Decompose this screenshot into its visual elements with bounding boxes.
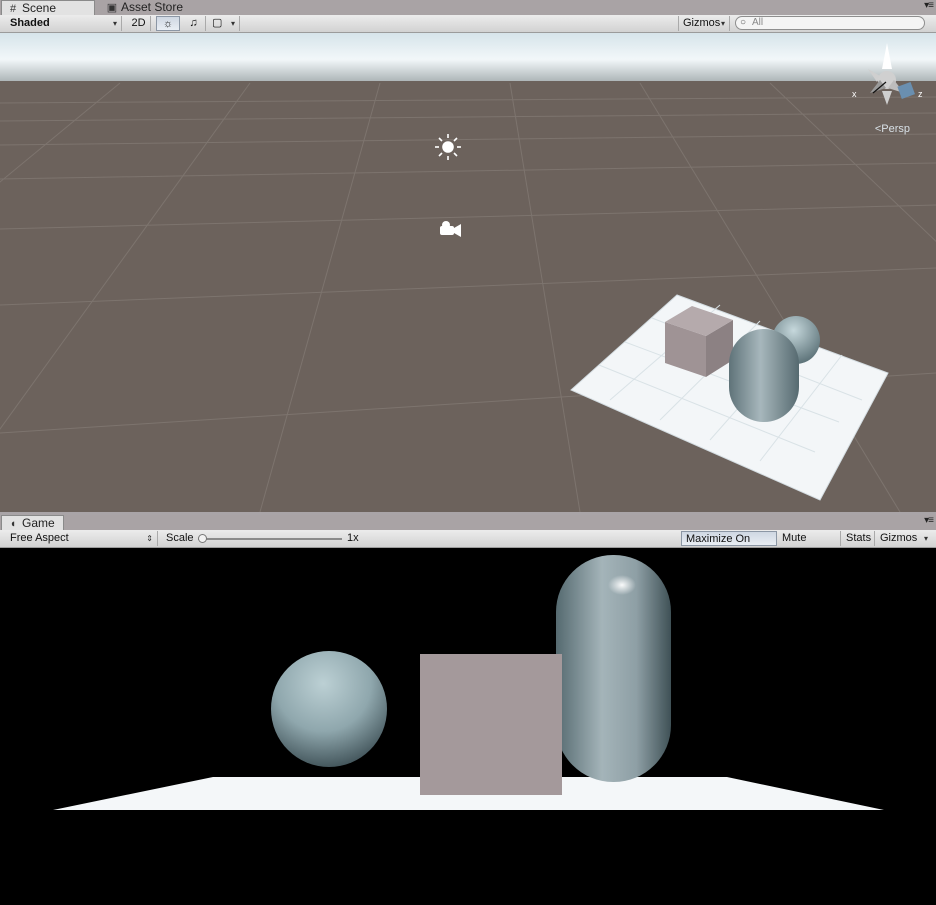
tab-scene-label: Scene (22, 1, 57, 15)
axis-x-label: x (852, 89, 857, 99)
axis-z-label: z (918, 89, 923, 99)
scene-lighting-button[interactable]: ☼ (156, 16, 180, 31)
toggle-2d-button[interactable]: 2D (127, 16, 151, 31)
scale-slider[interactable] (198, 534, 342, 543)
sphere-object (271, 651, 387, 767)
scale-slider-thumb[interactable] (198, 534, 207, 543)
scale-label: Scale (166, 532, 194, 544)
scene-effects-dropdown[interactable]: ▢ ▾ (208, 16, 240, 31)
scene-toolbar: Shaded ▾ 2D ☼ ♫ ▢ ▾ Gizmos ▾ ○ All (0, 15, 936, 33)
panel-menu-icon[interactable]: ▾≡ (924, 515, 934, 526)
aspect-label: Free Aspect (10, 532, 69, 544)
panel-menu-icon[interactable]: ▾≡ (924, 0, 934, 11)
cube-object (665, 306, 733, 377)
tab-asset-store[interactable]: ▣ Asset Store (101, 0, 196, 15)
toggle-2d-label: 2D (131, 17, 146, 29)
projection-toggle[interactable]: <Persp (875, 123, 910, 135)
tab-game-label: Game (22, 516, 55, 530)
sun-icon: ☼ (162, 18, 174, 30)
tab-scene[interactable]: # Scene (1, 0, 95, 15)
scene-gizmos-dropdown[interactable]: Gizmos ▾ (678, 16, 730, 31)
capsule-highlight (608, 575, 636, 595)
scene-search-input[interactable]: ○ All (735, 16, 925, 30)
draw-mode-label: Shaded (10, 17, 50, 29)
mute-audio-toggle[interactable]: Mute Audio (778, 531, 841, 559)
scene-search-placeholder: All (752, 17, 764, 28)
game-tab-bar: ◖ Game ▾≡ (0, 515, 936, 530)
game-gizmos-label: Gizmos (880, 532, 918, 544)
chevron-down-icon: ▾ (112, 19, 117, 28)
draw-mode-dropdown[interactable]: Shaded ▾ (6, 16, 122, 31)
chevron-down-icon: ▾ (230, 19, 235, 28)
shopping-bag-icon: ▣ (106, 2, 118, 14)
maximize-on-play-toggle[interactable]: Maximize On Play (681, 531, 777, 560)
scale-control: Scale 1x (162, 531, 372, 546)
scene-view[interactable]: x z <Persp (0, 33, 936, 512)
tab-asset-store-label: Asset Store (121, 0, 184, 14)
scene-audio-button[interactable]: ♫ (182, 16, 206, 31)
capsule-object (729, 329, 799, 422)
chevron-down-icon: ▾ (720, 19, 725, 28)
stats-label: Stats (846, 532, 872, 544)
game-canvas (53, 555, 884, 810)
scene-gizmos-label: Gizmos (683, 17, 721, 29)
sky-horizon (0, 33, 936, 81)
game-toolbar: Free Aspect ⇕ Scale 1x Maximize On Play … (0, 530, 936, 560)
game-view[interactable] (0, 548, 936, 905)
image-icon: ▢ (212, 17, 223, 29)
tab-game[interactable]: ◖ Game (1, 515, 64, 530)
scale-value: 1x (347, 532, 359, 544)
speaker-icon: ♫ (189, 17, 198, 29)
cube-object (420, 654, 562, 795)
search-icon: ○ (740, 17, 747, 28)
stats-toggle[interactable]: Stats (842, 531, 875, 546)
up-down-arrows-icon: ⇕ (146, 534, 153, 543)
game-gizmos-dropdown[interactable]: Gizmos ▾ (876, 531, 932, 546)
aspect-dropdown[interactable]: Free Aspect ⇕ (6, 531, 158, 546)
scene-canvas: x z (0, 33, 936, 512)
scene-tab-bar: # Scene ▣ Asset Store ▾≡ (0, 0, 936, 15)
chevron-down-icon: ▾ (923, 534, 928, 543)
projection-label: Persp (881, 123, 910, 135)
